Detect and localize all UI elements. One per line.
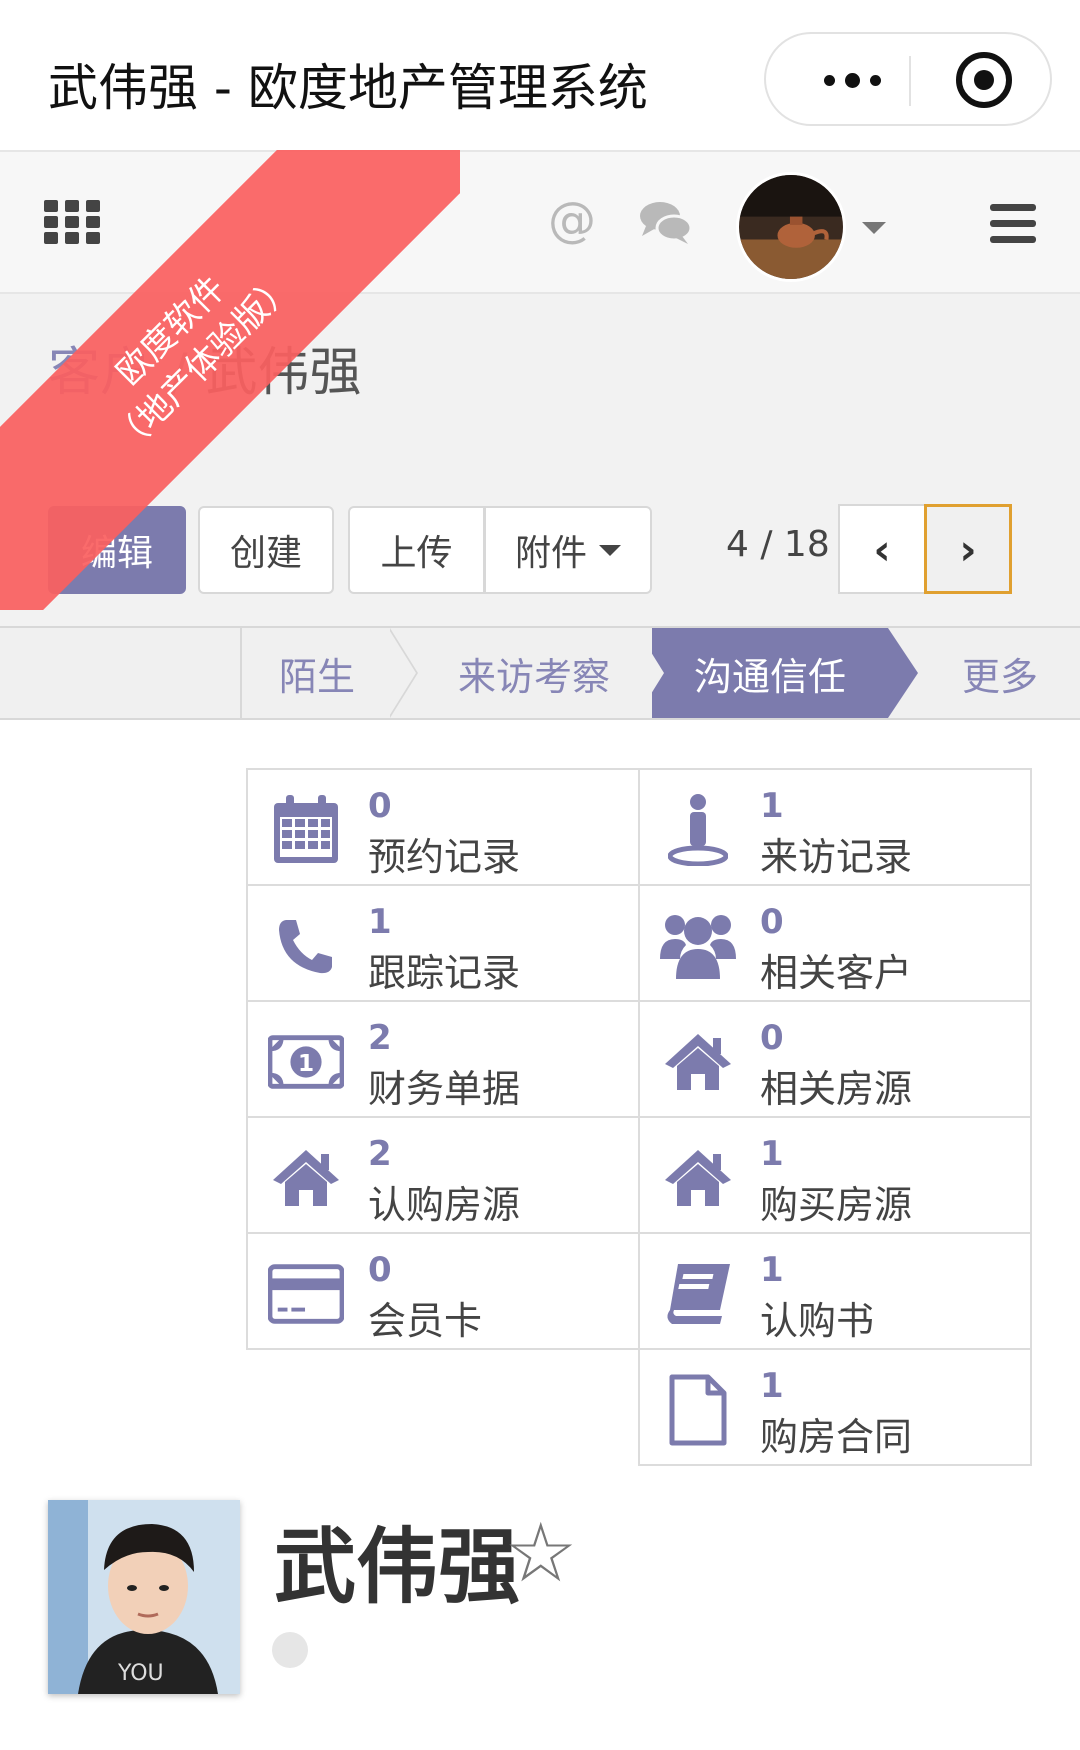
- smart-button-count: 1: [760, 1366, 784, 1406]
- customer-photo[interactable]: YOU: [48, 1500, 240, 1694]
- smart-button-subscribed-properties[interactable]: 2 认购房源: [246, 1116, 640, 1234]
- chat-bubbles-icon[interactable]: [638, 200, 692, 246]
- attachment-dropdown-button[interactable]: 附件: [484, 506, 652, 594]
- capsule-divider: [909, 56, 911, 106]
- smart-button-related-customers[interactable]: 0 相关客户: [638, 884, 1032, 1002]
- smart-button-count: 1: [760, 1134, 784, 1174]
- smart-button-count: 1: [760, 1250, 784, 1290]
- edit-button[interactable]: 编辑: [48, 506, 186, 594]
- smart-button-label: 财务单据: [368, 1067, 521, 1111]
- credit-card-icon: [268, 1256, 344, 1332]
- stage-stranger[interactable]: 陌生: [242, 628, 392, 718]
- stage-statusbar: 陌生 来访考察 沟通信任 更多: [0, 626, 1080, 720]
- book-icon: [660, 1256, 736, 1332]
- smart-button-financial-documents[interactable]: 1 2 财务单据: [246, 1000, 640, 1118]
- smart-button-count: 2: [368, 1018, 392, 1058]
- pager-previous-button[interactable]: ‹: [838, 504, 926, 594]
- user-avatar[interactable]: [736, 172, 846, 282]
- smart-button-label: 认购书: [760, 1299, 875, 1343]
- mention-at-icon[interactable]: @: [548, 192, 596, 248]
- smart-button-label: 预约记录: [368, 835, 521, 879]
- stage-separator-arrow: [636, 628, 664, 718]
- stage-communication-trust[interactable]: 沟通信任: [652, 628, 888, 718]
- smart-button-count: 1: [760, 786, 784, 826]
- svg-text:YOU: YOU: [117, 1661, 164, 1686]
- breadcrumb-parent-link[interactable]: 客户: [48, 343, 152, 403]
- smart-button-count: 2: [368, 1134, 392, 1174]
- hamburger-menu-icon[interactable]: [990, 204, 1036, 244]
- pager-counter: 4 / 18: [726, 524, 830, 565]
- smart-button-related-properties[interactable]: 0 相关房源: [638, 1000, 1032, 1118]
- breadcrumb: 客户 / 武伟强: [48, 330, 362, 405]
- smart-button-count: 0: [368, 786, 392, 826]
- smart-button-label: 购买房源: [760, 1183, 913, 1227]
- smart-button-followups[interactable]: 1 跟踪记录: [246, 884, 640, 1002]
- user-menu-caret-icon[interactable]: [862, 222, 886, 234]
- money-icon: 1: [268, 1024, 344, 1100]
- smart-button-label: 相关客户: [760, 951, 913, 995]
- home-icon: [268, 1140, 344, 1216]
- close-target-icon[interactable]: [956, 52, 1012, 108]
- customer-name: 武伟强: [274, 1520, 521, 1615]
- calendar-icon: [268, 792, 344, 868]
- more-options-icon[interactable]: [806, 56, 898, 104]
- svg-text:1: 1: [298, 1049, 314, 1077]
- upload-button[interactable]: 上传: [348, 506, 485, 594]
- smart-button-count: 0: [760, 1018, 784, 1058]
- smart-button-subscription-letter[interactable]: 1 认购书: [638, 1232, 1032, 1350]
- person-icon: [660, 792, 736, 868]
- users-icon: [660, 908, 736, 984]
- control-panel: 客户 / 武伟强 编辑 创建 上传 附件 4 / 18 ‹ ›: [0, 294, 1080, 626]
- chevron-down-icon: [599, 544, 621, 556]
- mini-program-capsule: [764, 32, 1052, 126]
- smart-button-count: 1: [368, 902, 392, 942]
- attachment-label: 附件: [514, 533, 587, 574]
- apps-grid-icon[interactable]: [44, 200, 100, 244]
- phone-icon: [268, 908, 344, 984]
- breadcrumb-current: 武伟强: [205, 343, 362, 403]
- stage-separator-arrow: [388, 628, 416, 718]
- smart-button-label: 相关房源: [760, 1067, 913, 1111]
- stage-visit-inspection[interactable]: 来访考察: [420, 628, 648, 718]
- smart-button-purchased-properties[interactable]: 1 购买房源: [638, 1116, 1032, 1234]
- smart-button-label: 认购房源: [368, 1183, 521, 1227]
- smart-button-membership-card[interactable]: 0 会员卡: [246, 1232, 640, 1350]
- smart-button-count: 0: [368, 1250, 392, 1290]
- create-button[interactable]: 创建: [198, 506, 334, 594]
- breadcrumb-separator: /: [170, 343, 188, 403]
- smart-button-label: 跟踪记录: [368, 951, 521, 995]
- stage-active-arrow: [888, 628, 918, 718]
- file-icon: [660, 1372, 736, 1448]
- smart-button-count: 0: [760, 902, 784, 942]
- smart-button-visits[interactable]: 1 来访记录: [638, 768, 1032, 886]
- home-icon: [660, 1140, 736, 1216]
- smart-button-purchase-contract[interactable]: 1 购房合同: [638, 1348, 1032, 1466]
- window-title: 武伟强 - 欧度地产管理系统: [48, 59, 648, 117]
- smart-button-label: 会员卡: [368, 1299, 483, 1343]
- home-icon: [660, 1024, 736, 1100]
- status-dot-icon[interactable]: [272, 1632, 308, 1668]
- top-navbar: @: [0, 150, 1080, 294]
- pager-next-button[interactable]: ›: [924, 504, 1012, 594]
- smart-button-label: 来访记录: [760, 835, 913, 879]
- window-titlebar: 武伟强 - 欧度地产管理系统: [0, 0, 1080, 150]
- smart-button-label: 购房合同: [760, 1415, 913, 1459]
- star-favorite-icon[interactable]: ☆: [504, 1506, 578, 1601]
- smart-button-appointments[interactable]: 0 预约记录: [246, 768, 640, 886]
- stage-more-dropdown[interactable]: 更多: [930, 628, 1070, 718]
